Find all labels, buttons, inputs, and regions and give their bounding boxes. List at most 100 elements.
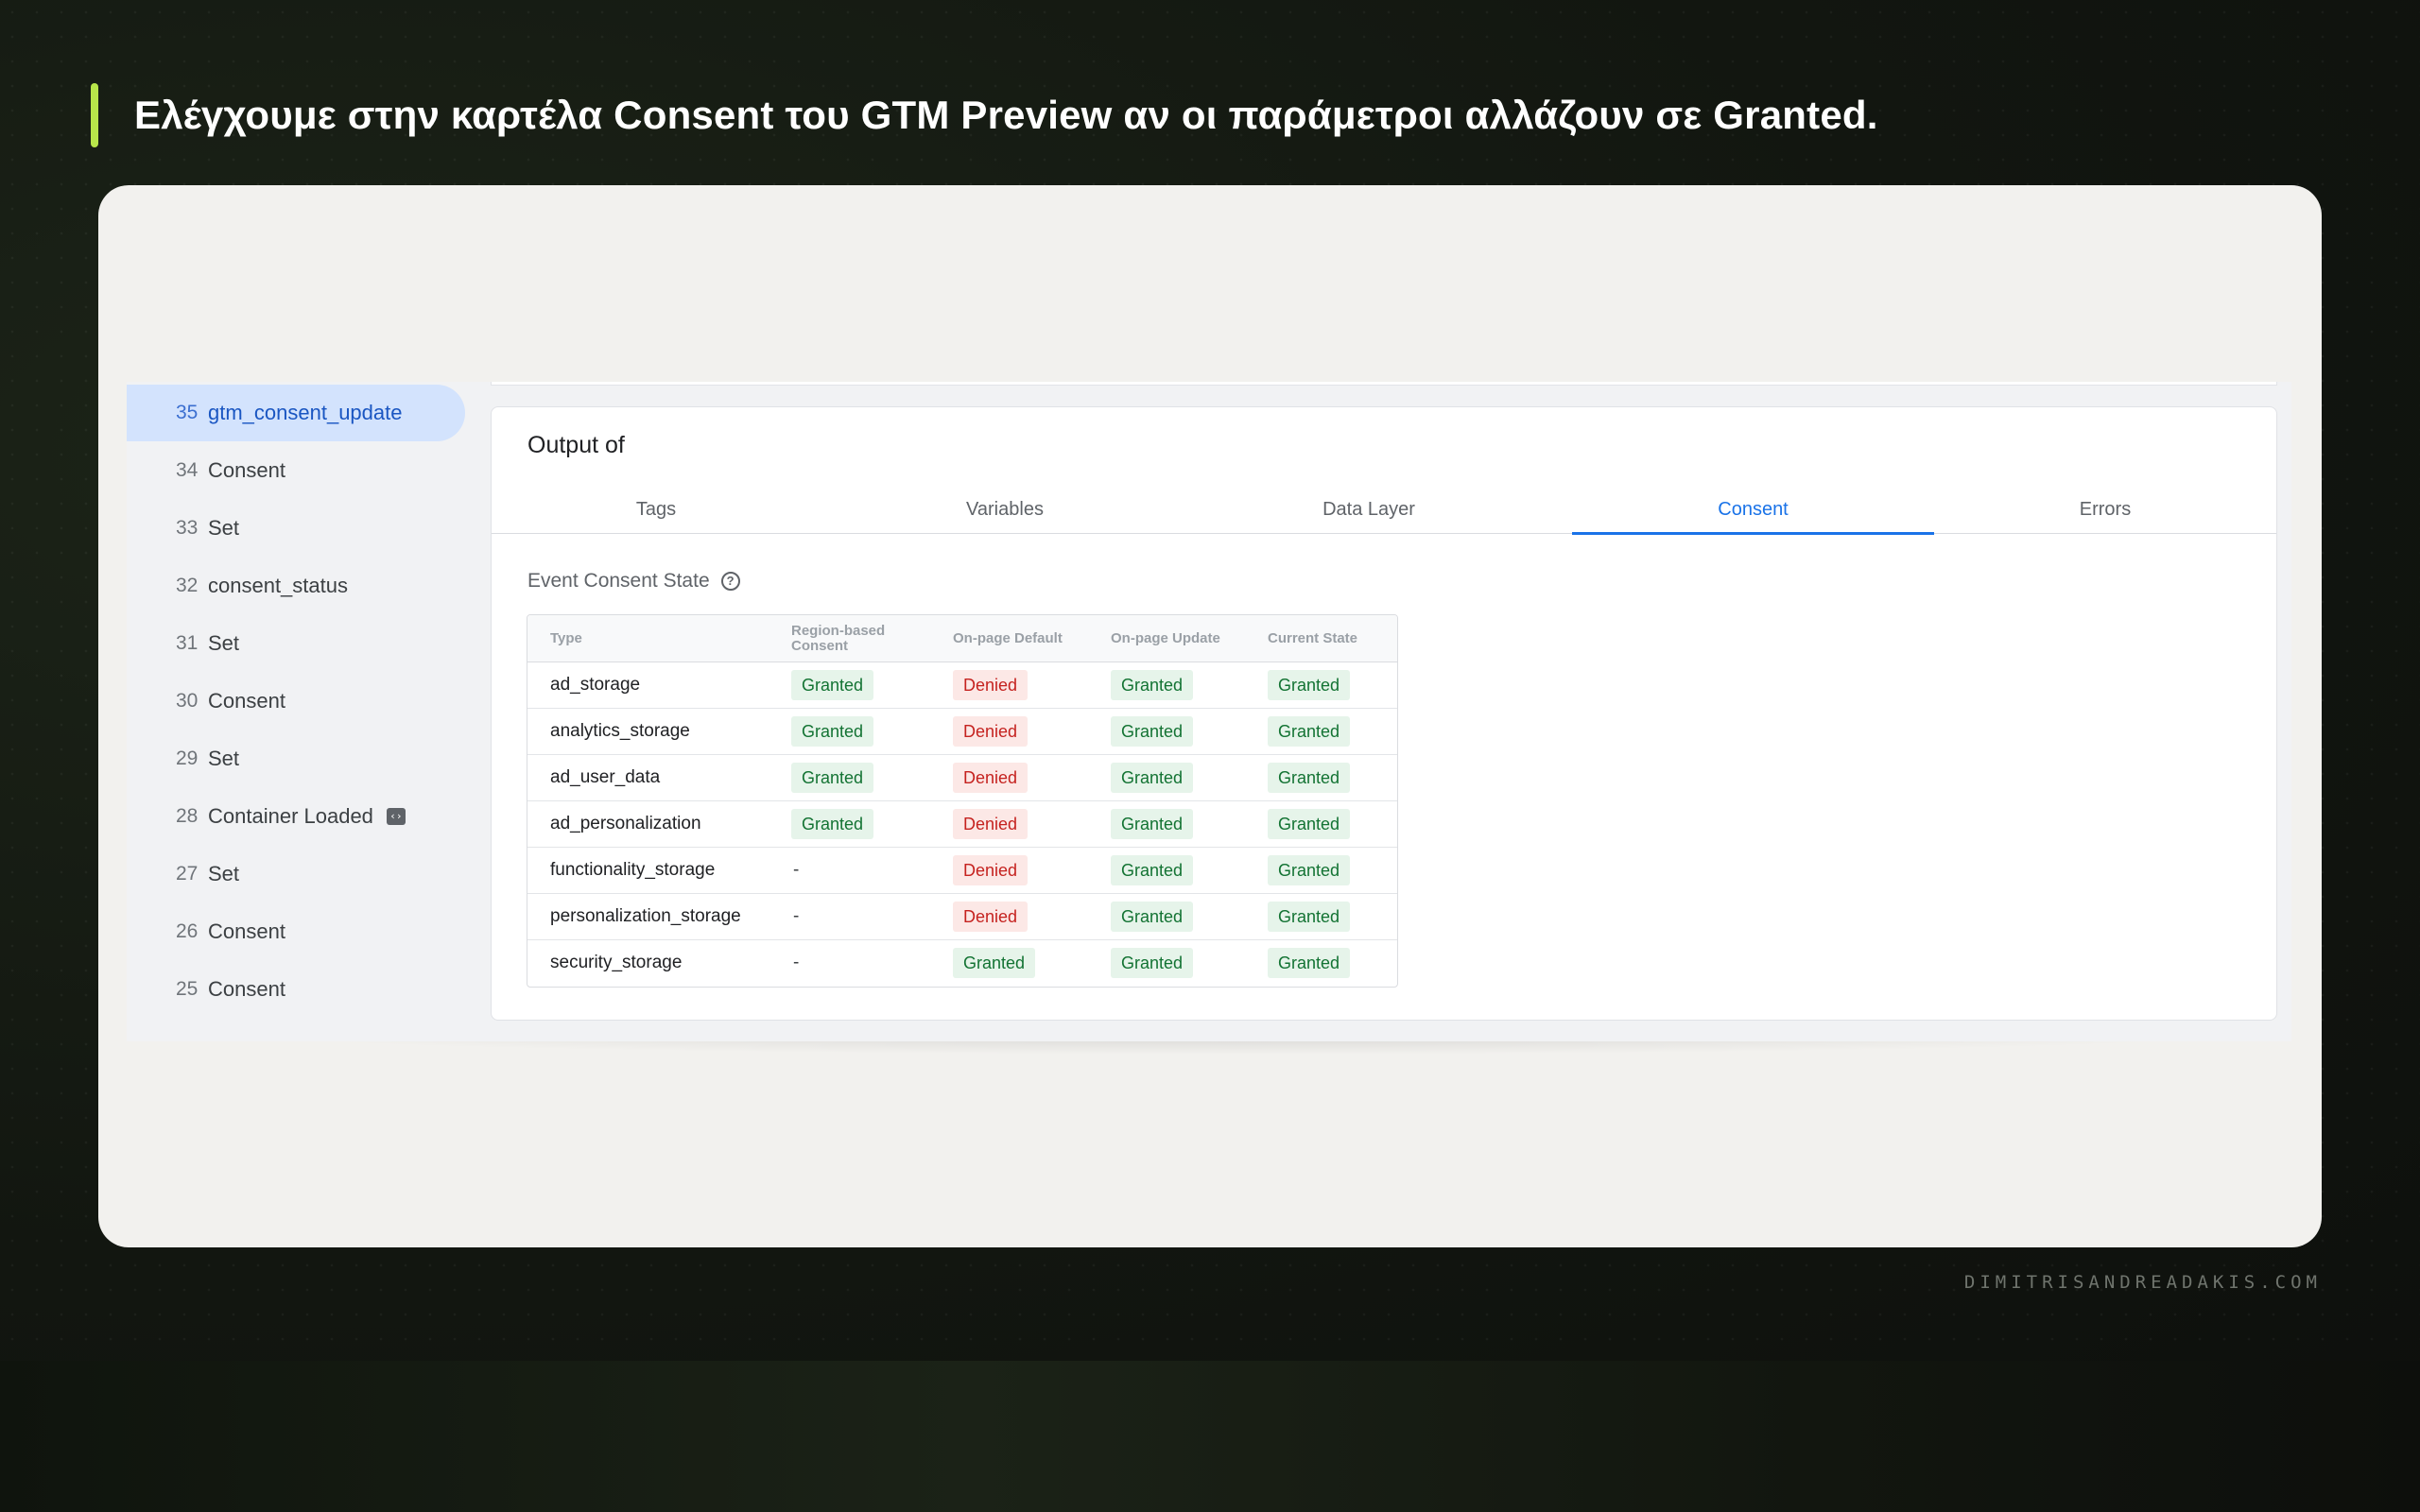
event-label: Consent <box>208 689 285 713</box>
event-label: Set <box>208 747 240 770</box>
header-current-state: Current State <box>1268 630 1358 646</box>
tab-data-layer[interactable]: Data Layer <box>1189 485 1548 534</box>
container-icon: ‹› <box>386 808 406 825</box>
event-label: Consent <box>208 977 285 1001</box>
table-header: Type Region-based Consent On-page Default… <box>527 615 1397 662</box>
header-on-page-update: On-page Update <box>1111 630 1220 646</box>
tab-tags[interactable]: Tags <box>492 485 821 534</box>
event-sidebar: 35 gtm_consent_update 34 Consent 33 Set … <box>127 382 467 1041</box>
status-badge: Granted <box>1268 670 1351 700</box>
header-type: Type <box>550 630 582 646</box>
tab-consent[interactable]: Consent <box>1572 485 1934 535</box>
event-label: Set <box>208 516 240 540</box>
sidebar-event-31[interactable]: 31 Set <box>127 615 465 672</box>
status-badge: Granted <box>791 670 874 700</box>
sidebar-event-32[interactable]: 32 consent_status <box>127 558 465 614</box>
event-label: Set <box>208 631 240 655</box>
status-badge: Granted <box>1111 763 1194 793</box>
status-badge: Granted <box>791 716 874 747</box>
status-badge: Granted <box>1268 809 1351 839</box>
status-badge: Denied <box>953 716 1028 747</box>
consent-type: security_storage <box>550 953 683 972</box>
table-row: ad_user_data Granted Denied Granted Gran… <box>527 755 1397 801</box>
sidebar-event-27[interactable]: 27 Set <box>127 846 465 902</box>
slide-headline: Ελέγχουμε στην καρτέλα Consent του GTM P… <box>91 81 2273 149</box>
table-row: personalization_storage - Denied Granted… <box>527 894 1397 940</box>
status-badge: Denied <box>953 855 1028 885</box>
status-badge: Granted <box>1268 948 1351 978</box>
status-badge: Denied <box>953 809 1028 839</box>
event-number: 31 <box>176 632 199 654</box>
status-badge: Granted <box>1268 902 1351 932</box>
empty-value: - <box>793 953 800 972</box>
event-number: 25 <box>176 978 199 1000</box>
consent-state-table: Type Region-based Consent On-page Default… <box>527 614 1398 988</box>
sidebar-event-26[interactable]: 26 Consent <box>127 903 465 960</box>
tab-variables[interactable]: Variables <box>821 485 1189 534</box>
status-badge: Granted <box>1111 948 1194 978</box>
event-label: Container Loaded <box>208 804 373 828</box>
tab-errors[interactable]: Errors <box>1934 485 2276 534</box>
status-badge: Granted <box>1268 763 1351 793</box>
status-badge: Denied <box>953 670 1028 700</box>
sidebar-event-34[interactable]: 34 Consent <box>127 442 465 499</box>
consent-type: personalization_storage <box>550 906 741 926</box>
screenshot-card: 35 gtm_consent_update 34 Consent 33 Set … <box>98 185 2322 1247</box>
event-number: 29 <box>176 747 199 769</box>
header-on-page-default: On-page Default <box>953 630 1063 646</box>
status-badge: Granted <box>1111 670 1194 700</box>
empty-value: - <box>793 906 800 926</box>
header-region-line1: Region-based <box>791 623 886 639</box>
event-label: gtm_consent_update <box>208 401 403 424</box>
event-label: consent_status <box>208 574 348 597</box>
status-badge: Granted <box>1111 855 1194 885</box>
sidebar-event-28[interactable]: 28 Container Loaded ‹› <box>127 788 465 845</box>
status-badge: Granted <box>1268 855 1351 885</box>
event-number: 34 <box>176 459 199 481</box>
output-title: Output of <box>527 432 625 458</box>
status-badge: Granted <box>953 948 1036 978</box>
table-row: ad_personalization Granted Denied Grante… <box>527 801 1397 848</box>
site-footer: DIMITRISANDREADAKIS.COM <box>1963 1272 2322 1293</box>
output-tabs: Tags Variables Data Layer Consent Errors <box>492 485 2276 535</box>
status-badge: Denied <box>953 902 1028 932</box>
status-badge: Denied <box>953 763 1028 793</box>
event-number: 28 <box>176 805 199 827</box>
headline-accent-bar <box>91 83 98 147</box>
consent-type: ad_storage <box>550 675 641 695</box>
event-consent-state-heading: Event Consent State ? <box>527 570 740 593</box>
event-number: 35 <box>176 402 199 423</box>
sidebar-event-25[interactable]: 25 Consent <box>127 961 465 1018</box>
table-row: analytics_storage Granted Denied Granted… <box>527 709 1397 755</box>
output-panel: Output of Tags Variables Data Layer Cons… <box>491 406 2277 1021</box>
event-number: 33 <box>176 517 199 539</box>
table-row: ad_storage Granted Denied Granted Grante… <box>527 662 1397 709</box>
empty-value: - <box>793 860 800 880</box>
event-number: 32 <box>176 575 199 596</box>
section-title-text: Event Consent State <box>527 570 710 592</box>
status-badge: Granted <box>791 763 874 793</box>
previous-panel-edge <box>491 382 2277 386</box>
help-circle-icon[interactable]: ? <box>720 572 740 591</box>
header-region-line2: Consent <box>791 638 848 654</box>
status-badge: Granted <box>1111 716 1194 747</box>
status-badge: Granted <box>791 809 874 839</box>
header-region-based-consent: Region-based Consent <box>791 615 885 662</box>
sidebar-event-33[interactable]: 33 Set <box>127 500 465 557</box>
background-band <box>0 1361 2420 1512</box>
event-number: 30 <box>176 690 199 712</box>
status-badge: Granted <box>1268 716 1351 747</box>
status-badge: Granted <box>1111 902 1194 932</box>
event-label: Set <box>208 862 240 885</box>
event-label: Consent <box>208 919 285 943</box>
sidebar-event-35[interactable]: 35 gtm_consent_update <box>127 385 465 441</box>
table-row: security_storage - Granted Granted Grant… <box>527 940 1397 987</box>
consent-type: ad_user_data <box>550 767 661 787</box>
event-number: 26 <box>176 920 199 942</box>
table-row: functionality_storage - Denied Granted G… <box>527 848 1397 894</box>
sidebar-event-29[interactable]: 29 Set <box>127 730 465 787</box>
consent-type: functionality_storage <box>550 860 716 880</box>
sidebar-event-30[interactable]: 30 Consent <box>127 673 465 730</box>
consent-type: ad_personalization <box>550 814 701 833</box>
gtm-preview-window: 35 gtm_consent_update 34 Consent 33 Set … <box>127 382 2291 1041</box>
